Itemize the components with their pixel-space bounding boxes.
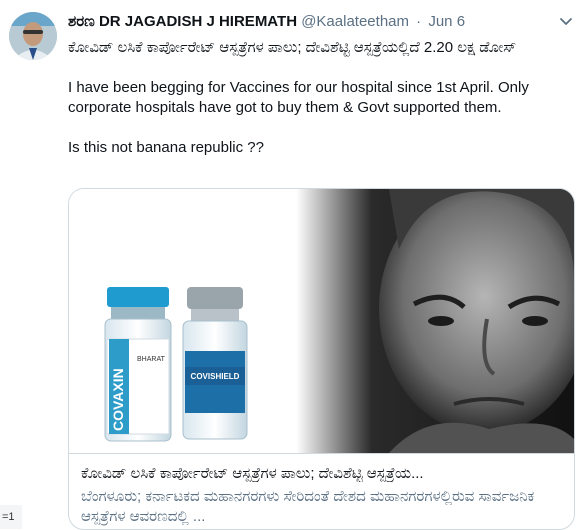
vial-right-label: COVISHIELD [191,372,240,381]
card-description: ಬೆಂಗಳೂರು; ಕರ್ನಾಟಕದ ಮಹಾನಗರಗಳು ಸೇರಿದಂತೆ ದೇ… [81,488,535,525]
left-edge-fragment: =1 [0,505,22,529]
tweet-text-question: Is this not banana republic ?? [68,139,264,156]
chevron-down-icon [560,18,572,25]
separator: · [416,13,422,30]
card-divider [69,453,574,454]
avatar-image [9,12,57,60]
tweet-header: ಶರಣ DR JAGADISH J HIREMATH @Kaalateetham… [68,13,465,30]
author-name[interactable]: ಶರಣ DR JAGADISH J HIREMATH [68,13,297,30]
link-card[interactable]: COVAXIN BHARAT COVISHIELD ಕೋವಿಡ್ ಲಸಿಕೆ ಕ… [68,188,575,530]
tweet-date[interactable]: Jun 6 [428,13,465,30]
card-image: COVAXIN BHARAT COVISHIELD [69,189,574,453]
card-title[interactable]: ಕೋವಿಡ್ ಲಸಿಕೆ ಕಾರ್ಪೋರೇಟ್ ಆಸ್ಪತ್ರೆಗಳ ಪಾಲು;… [81,465,561,482]
tweet-text: ಕೋವಿಡ್ ಲಸಿಕೆ ಕಾರ್ಪೋರೇಟ್ ಆಸ್ಪತ್ರೆಗಳ ಪಾಲು;… [68,38,573,158]
vial-left-label: COVAXIN [110,368,126,431]
vial-left-brand: BHARAT [137,356,166,363]
card-image-art: COVAXIN BHARAT COVISHIELD [69,189,574,453]
author-handle[interactable]: @Kaalateetham [301,13,409,30]
tweet-text-kannada: ಕೋವಿಡ್ ಲಸಿಕೆ ಕಾರ್ಪೋರೇಟ್ ಆಸ್ಪತ್ರೆಗಳ ಪಾಲು;… [68,39,517,56]
more-options-button[interactable] [555,10,577,32]
avatar[interactable] [9,12,57,60]
tweet-text-english: I have been begging for Vaccines for our… [68,79,529,116]
tweet[interactable]: ಶರಣ DR JAGADISH J HIREMATH @Kaalateetham… [0,0,586,530]
